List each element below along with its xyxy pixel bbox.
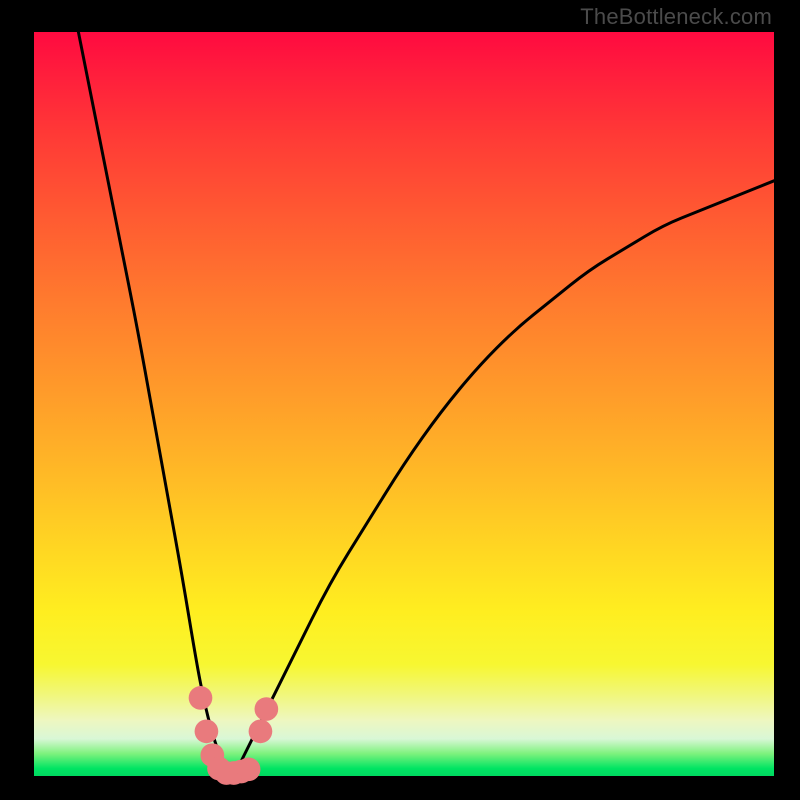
bottleneck-curve (241, 181, 774, 761)
curve-marker (195, 720, 219, 744)
chart-frame: TheBottleneck.com (0, 0, 800, 800)
curve-marker (237, 757, 261, 781)
curve-layer (0, 0, 800, 800)
curve-marker (249, 720, 273, 744)
curve-marker (189, 686, 213, 710)
bottleneck-curve (78, 32, 226, 776)
curve-marker (255, 697, 279, 721)
